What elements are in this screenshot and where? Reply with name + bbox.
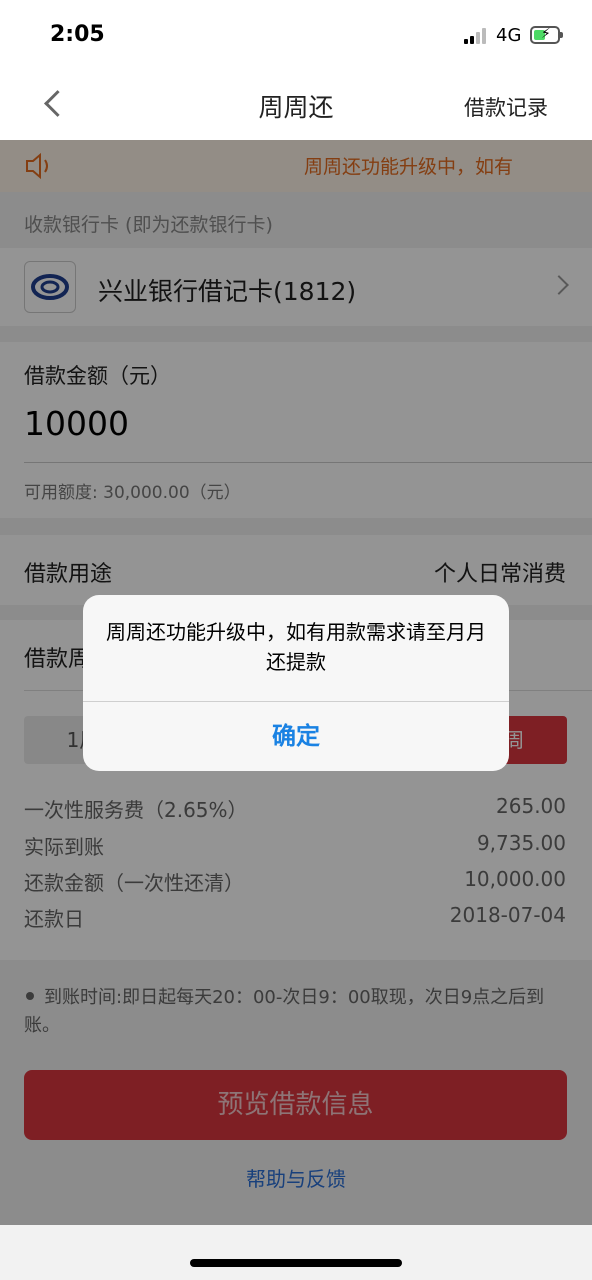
status-time: 2:05	[50, 22, 105, 47]
alert-dialog: 周周还功能升级中，如有用款需求请至月月还提款 确定	[83, 595, 509, 771]
network-label: 4G	[496, 25, 522, 46]
nav-bar: 周周还 借款记录	[0, 70, 592, 141]
bottom-area	[0, 1225, 592, 1280]
alert-message: 周周还功能升级中，如有用款需求请至月月还提款	[106, 620, 486, 674]
confirm-button[interactable]: 确定	[83, 702, 509, 771]
loan-records-link[interactable]: 借款记录	[464, 92, 548, 122]
signal-icon	[464, 28, 490, 44]
home-indicator[interactable]	[190, 1259, 402, 1267]
battery-icon: ⚡	[530, 26, 563, 44]
